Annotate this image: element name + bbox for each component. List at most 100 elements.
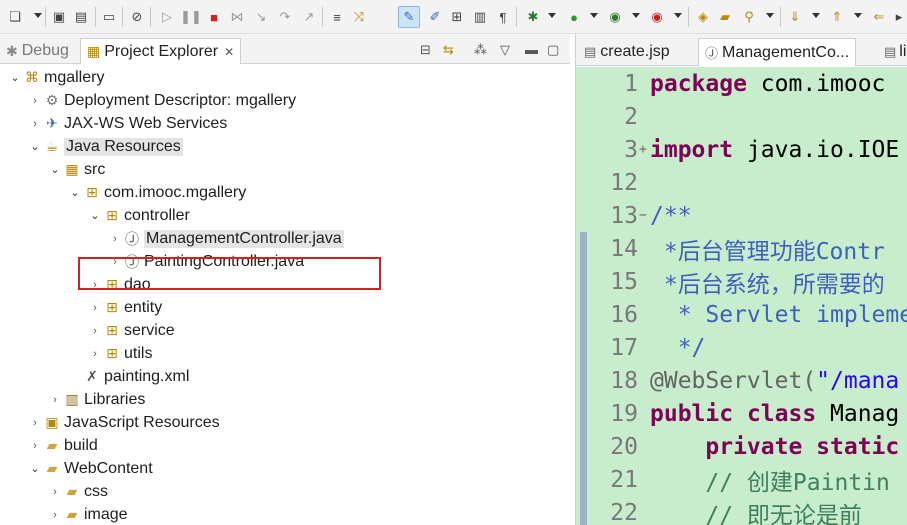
tree-item[interactable]: › ▰ css bbox=[48, 480, 108, 503]
code-area[interactable]: 1 package com.imooc 2 3 + import java.io.IOE 1… bbox=[576, 67, 907, 525]
collapse-all-icon[interactable]: ⊟ bbox=[420, 42, 431, 58]
tree-item[interactable]: › ⊞ service bbox=[88, 319, 175, 342]
chevron-right-icon[interactable]: › bbox=[88, 325, 102, 337]
tree-item[interactable]: ✗ painting.xml bbox=[68, 365, 189, 388]
external-tools-dropdown-icon[interactable] bbox=[674, 13, 682, 18]
view-menu-icon[interactable]: ▽ bbox=[500, 42, 510, 58]
console-icon[interactable]: ▭ bbox=[100, 8, 118, 26]
resume-icon[interactable]: ▷ bbox=[158, 8, 176, 26]
editor-tab-overflow[interactable]: ▤ li bbox=[878, 38, 907, 66]
tree-item-label: Libraries bbox=[84, 390, 146, 408]
save-icon[interactable]: ▣ bbox=[50, 8, 68, 26]
search-icon[interactable]: ⚲ bbox=[740, 8, 758, 26]
tree-item[interactable]: › ▥ Libraries bbox=[48, 388, 145, 411]
coverage-dropdown-icon[interactable] bbox=[632, 13, 640, 18]
tree-item[interactable]: ⌄ ▰ WebContent bbox=[28, 457, 152, 480]
code-token: import bbox=[650, 136, 747, 163]
tree-item[interactable]: › ✈ JAX-WS Web Services bbox=[28, 112, 227, 135]
editor-tab-create-jsp[interactable]: ▤ create.jsp bbox=[578, 38, 676, 66]
chevron-down-icon[interactable]: ⌄ bbox=[48, 163, 62, 176]
tree-item[interactable]: › ⚙ Deployment Descriptor: mgallery bbox=[28, 89, 296, 112]
toggle-edit-icon[interactable]: ✐ bbox=[426, 8, 444, 26]
suspend-icon[interactable]: ❚❚ bbox=[180, 8, 202, 26]
tree-item[interactable]: ⌄ ⊞ controller bbox=[88, 204, 189, 227]
next-annotation-icon[interactable]: ⇓ bbox=[786, 8, 804, 26]
terminate-icon[interactable]: ■ bbox=[205, 8, 223, 26]
tab-debug[interactable]: ✱ Debug bbox=[0, 38, 75, 64]
tree-item[interactable]: ⌄ ▦ src bbox=[48, 158, 105, 181]
toggle-mark-occurrences-icon[interactable]: ✎ bbox=[398, 6, 420, 28]
chevron-right-icon[interactable]: › bbox=[48, 509, 62, 521]
chevron-down-icon[interactable]: ⌄ bbox=[68, 186, 82, 199]
filter-icon[interactable]: ⁂ bbox=[474, 42, 487, 58]
pilcrow-icon[interactable]: ¶ bbox=[494, 8, 512, 26]
external-tools-icon[interactable]: ◉ bbox=[648, 8, 666, 26]
link-with-editor-icon[interactable]: ⇆ bbox=[443, 42, 454, 58]
back-icon[interactable]: ⇐ bbox=[870, 8, 888, 26]
close-icon[interactable]: ✕ bbox=[224, 45, 234, 59]
code-line: 1 package com.imooc bbox=[576, 67, 907, 100]
fold-expand-icon[interactable]: + bbox=[639, 142, 647, 157]
tree-item[interactable]: › ▣ JavaScript Resources bbox=[28, 411, 219, 434]
forward-icon[interactable]: ▸ bbox=[890, 8, 907, 26]
library-icon: ▥ bbox=[65, 391, 79, 407]
chevron-down-icon[interactable]: ⌄ bbox=[8, 71, 22, 84]
tab-project-explorer[interactable]: ▦ Project Explorer ✕ bbox=[80, 38, 242, 64]
tree-item-label: ManagementController.java bbox=[144, 229, 344, 248]
chevron-right-icon[interactable]: › bbox=[108, 233, 122, 245]
debug-icon[interactable]: ✱ bbox=[524, 8, 542, 26]
chevron-right-icon[interactable]: › bbox=[88, 302, 102, 314]
tree-item[interactable]: › ⊞ utils bbox=[88, 342, 152, 365]
run-dropdown-icon[interactable] bbox=[590, 13, 598, 18]
chevron-right-icon[interactable]: › bbox=[28, 440, 42, 452]
new-java-project-icon[interactable]: ◈ bbox=[694, 8, 712, 26]
chevron-right-icon[interactable]: › bbox=[48, 394, 62, 406]
chevron-down-icon[interactable]: ⌄ bbox=[28, 462, 42, 475]
editor-tab-management-controller[interactable]: Ⓙ ManagementCo... bbox=[698, 38, 857, 66]
maximize-icon[interactable]: ▢ bbox=[547, 42, 559, 58]
fold-collapse-icon[interactable]: − bbox=[639, 208, 647, 223]
save-all-icon[interactable]: ▤ bbox=[72, 8, 90, 26]
minimize-icon[interactable]: ▬ bbox=[525, 42, 538, 57]
chevron-down-icon[interactable]: ⌄ bbox=[28, 140, 42, 153]
tree-item[interactable]: ⌄ ⌘ mgallery bbox=[8, 66, 104, 89]
chevron-right-icon[interactable]: › bbox=[88, 348, 102, 360]
show-whitespace-icon[interactable]: ▥ bbox=[471, 8, 489, 26]
tree-item[interactable]: ⌄ ⊞ com.imooc.mgallery bbox=[68, 181, 246, 204]
chevron-right-icon[interactable]: › bbox=[28, 95, 42, 107]
step-into-icon[interactable]: ↘ bbox=[252, 8, 270, 26]
tree-item-label: mgallery bbox=[44, 68, 105, 86]
tree-item[interactable]: › ▰ image bbox=[48, 503, 127, 525]
step-over-icon[interactable]: ↷ bbox=[276, 8, 294, 26]
tree-item[interactable]: › Ⓙ ManagementController.java bbox=[108, 227, 344, 250]
search-dropdown-icon[interactable] bbox=[766, 13, 774, 18]
tree-item[interactable]: › ▰ build bbox=[28, 434, 98, 457]
use-step-filters-icon[interactable]: ≡ bbox=[328, 8, 346, 26]
chevron-right-icon[interactable]: › bbox=[48, 486, 62, 498]
code-line: 13−/** bbox=[576, 199, 907, 232]
next-annotation-dropdown-icon[interactable] bbox=[812, 13, 820, 18]
debug-dropdown-icon[interactable] bbox=[548, 13, 556, 18]
coverage-icon[interactable]: ◉ bbox=[606, 8, 624, 26]
block-selection-icon[interactable]: ⊞ bbox=[448, 8, 466, 26]
chevron-down-icon[interactable]: ⌄ bbox=[88, 209, 102, 222]
skip-breakpoints-icon[interactable]: ⊘ bbox=[128, 8, 146, 26]
disconnect-icon[interactable]: ⋈ bbox=[228, 8, 246, 26]
tree-item[interactable]: ⌄ ☕ Java Resources bbox=[28, 135, 183, 158]
new-dropdown-icon[interactable] bbox=[34, 13, 42, 18]
tree-item-label: src bbox=[84, 160, 106, 178]
new-icon[interactable]: ❏ bbox=[6, 8, 24, 26]
tree-item[interactable]: › ⊞ entity bbox=[88, 296, 162, 319]
open-folder-icon[interactable]: ▰ bbox=[716, 8, 734, 26]
chevron-right-icon[interactable]: › bbox=[28, 417, 42, 429]
code-text: * Servlet impleme bbox=[650, 302, 907, 328]
chevron-right-icon[interactable]: › bbox=[28, 118, 42, 130]
step-return-icon[interactable]: ↗ bbox=[300, 8, 318, 26]
line-number: 18 bbox=[610, 367, 638, 394]
open-type-icon[interactable]: ⤨ bbox=[350, 8, 368, 26]
project-icon: ⌘ bbox=[25, 69, 39, 85]
previous-annotation-dropdown-icon[interactable] bbox=[854, 13, 862, 18]
previous-annotation-icon[interactable]: ⇑ bbox=[828, 8, 846, 26]
code-token: class bbox=[746, 400, 831, 427]
run-icon[interactable]: ● bbox=[565, 8, 583, 26]
